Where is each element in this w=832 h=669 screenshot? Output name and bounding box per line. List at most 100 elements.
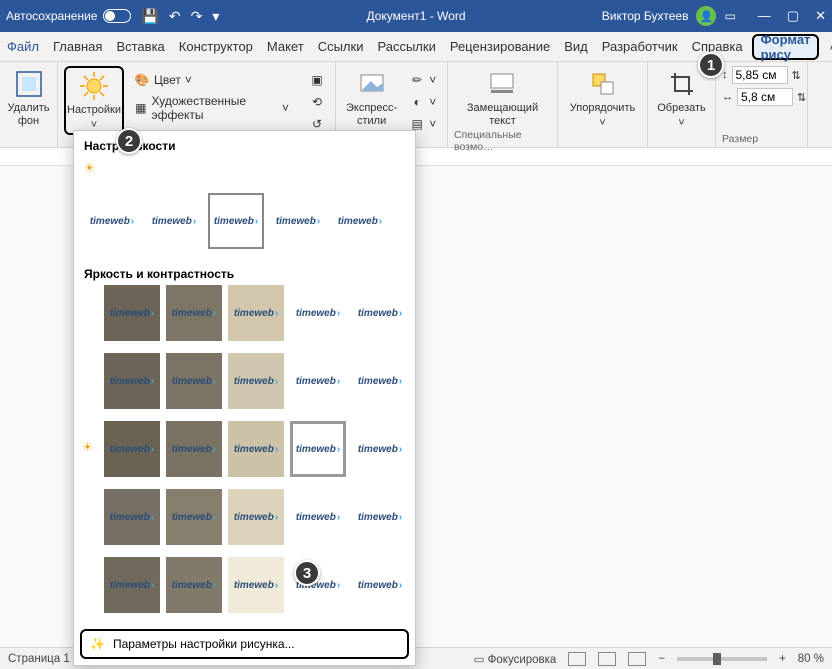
styles-label: Экспресс- стили [346,102,397,127]
bc-thumb[interactable]: timeweb› [166,421,222,477]
arrange-icon [587,68,619,100]
alt-text-button[interactable]: Замещающий текст [463,66,542,129]
bc-thumb[interactable]: timeweb› [228,353,284,409]
web-layout-icon[interactable] [628,652,646,666]
tab-home[interactable]: Главная [46,32,109,61]
annotation-marker-3: 3 [294,560,320,586]
sharpness-thumb-selected[interactable]: timeweb› [208,193,264,249]
minimize-icon[interactable]: — [758,8,771,24]
styles-icon [356,68,388,100]
read-mode-icon[interactable] [568,652,586,666]
bc-thumb[interactable]: timeweb› [290,489,346,545]
zoom-slider[interactable] [677,657,767,661]
arrange-button[interactable]: Упорядочить ˅ [566,66,639,131]
crop-label: Обрезать [657,102,706,115]
autosave-toggle[interactable]: Автосохранение [6,9,131,23]
tab-review[interactable]: Рецензирование [443,32,557,61]
alt-text-icon [486,68,518,100]
compress-button[interactable]: ▣ [305,70,329,90]
height-input[interactable] [732,66,788,84]
tab-references[interactable]: Ссылки [311,32,371,61]
compress-icon: ▣ [309,72,325,88]
focus-mode-button[interactable]: ▭ Фокусировка [474,652,557,666]
color-label: Цвет [154,73,181,87]
zoom-in-button[interactable]: + [779,653,786,665]
bc-thumb[interactable]: timeweb› [352,421,408,477]
annotation-marker-1: 1 [698,52,724,78]
bc-thumb[interactable]: timeweb› [352,489,408,545]
bc-thumb[interactable]: timeweb› [104,557,160,613]
tab-view[interactable]: Вид [557,32,595,61]
document-title: Документ1 - Word [366,9,465,23]
height-icon: ↕ [722,69,728,81]
artistic-effects-button[interactable]: ▦Художественные эффекты˅ [130,92,293,124]
redo-icon[interactable]: ↷ [191,8,203,25]
collapse-ribbon-icon[interactable]: ˄ [821,39,832,54]
bc-thumb[interactable]: timeweb› [352,557,408,613]
chevron-down-icon: ˅ [429,73,436,87]
size-group-label: Размер [722,133,758,145]
bc-thumb[interactable]: timeweb› [166,353,222,409]
zoom-level[interactable]: 80 % [798,653,824,665]
brightness-grid: ☀ timeweb› timeweb› timeweb› timeweb› ti… [74,285,415,623]
bc-thumb[interactable]: timeweb› [290,285,346,341]
print-layout-icon[interactable] [598,652,616,666]
chevron-down-icon: ˅ [599,117,605,130]
corrections-button[interactable]: Настройки ˅ [64,66,124,135]
sharpness-row: ☀ [74,157,415,189]
group-arrange: Упорядочить ˅ [558,62,648,147]
tab-file[interactable]: Файл [0,32,46,61]
bc-thumb[interactable]: timeweb› [228,557,284,613]
undo-icon[interactable]: ↶ [169,8,181,25]
bc-thumb[interactable]: timeweb› [166,489,222,545]
ribbon-options-icon[interactable]: ▭ [724,9,735,23]
sharpness-thumb[interactable]: timeweb› [84,193,140,249]
remove-bg-icon [13,68,45,100]
group-size: ↕ ⇅ ↔ ⇅ Размер [716,62,808,147]
picture-corrections-options-button[interactable]: ✨ Параметры настройки рисунка... [80,629,409,659]
bc-thumb[interactable]: timeweb› [104,353,160,409]
color-button[interactable]: 🎨Цвет˅ [130,70,293,90]
bc-thumb[interactable]: timeweb› [228,421,284,477]
zoom-out-button[interactable]: − [658,653,665,665]
bc-thumb[interactable]: timeweb› [166,285,222,341]
chevron-down-icon: ˅ [678,117,684,130]
change-picture-icon: ⟲ [309,94,325,110]
corrections-dropdown: Настро езкости ☀ timeweb› timeweb› timew… [73,130,416,666]
close-icon[interactable]: ✕ [815,8,826,24]
remove-background-button[interactable]: Удалить фон [4,66,54,129]
bc-thumb[interactable]: timeweb› [352,285,408,341]
width-icon: ↔ [722,91,733,103]
bc-thumb[interactable]: timeweb› [228,489,284,545]
bc-thumb[interactable]: timeweb› [228,285,284,341]
sharpness-thumb[interactable]: timeweb› [332,193,388,249]
effects-icon: ▦ [134,100,148,116]
sharpness-thumb[interactable]: timeweb› [146,193,202,249]
tab-insert[interactable]: Вставка [109,32,171,61]
bc-thumb[interactable]: timeweb› [104,489,160,545]
spinner-icon[interactable]: ⇅ [797,91,806,104]
change-picture-button[interactable]: ⟲ [305,92,329,112]
picture-border-button[interactable]: ✏˅ [405,70,440,90]
tab-picture-format[interactable]: Формат рису [752,34,820,60]
qat-dropdown-icon[interactable]: ▾ [212,8,219,25]
tab-mailings[interactable]: Рассылки [370,32,442,61]
quick-styles-button[interactable]: Экспресс- стили [342,66,401,129]
avatar[interactable]: 👤 [696,6,716,26]
bc-thumb[interactable]: timeweb› [352,353,408,409]
bc-thumb[interactable]: timeweb› [104,421,160,477]
save-icon[interactable]: 💾 [141,8,158,25]
tab-developer[interactable]: Разработчик [595,32,685,61]
width-input[interactable] [737,88,793,106]
bc-thumb-selected[interactable]: timeweb› [290,421,346,477]
bc-thumb[interactable]: timeweb› [290,353,346,409]
picture-effects-button[interactable]: ◐˅ [405,92,440,112]
spinner-icon[interactable]: ⇅ [792,69,801,82]
maximize-icon[interactable]: ▢ [787,8,799,24]
sharpness-thumb[interactable]: timeweb› [270,193,326,249]
crop-button[interactable]: Обрезать ˅ [653,66,710,131]
tab-layout[interactable]: Макет [260,32,311,61]
bc-thumb[interactable]: timeweb› [166,557,222,613]
bc-thumb[interactable]: timeweb› [104,285,160,341]
tab-design[interactable]: Конструктор [172,32,260,61]
